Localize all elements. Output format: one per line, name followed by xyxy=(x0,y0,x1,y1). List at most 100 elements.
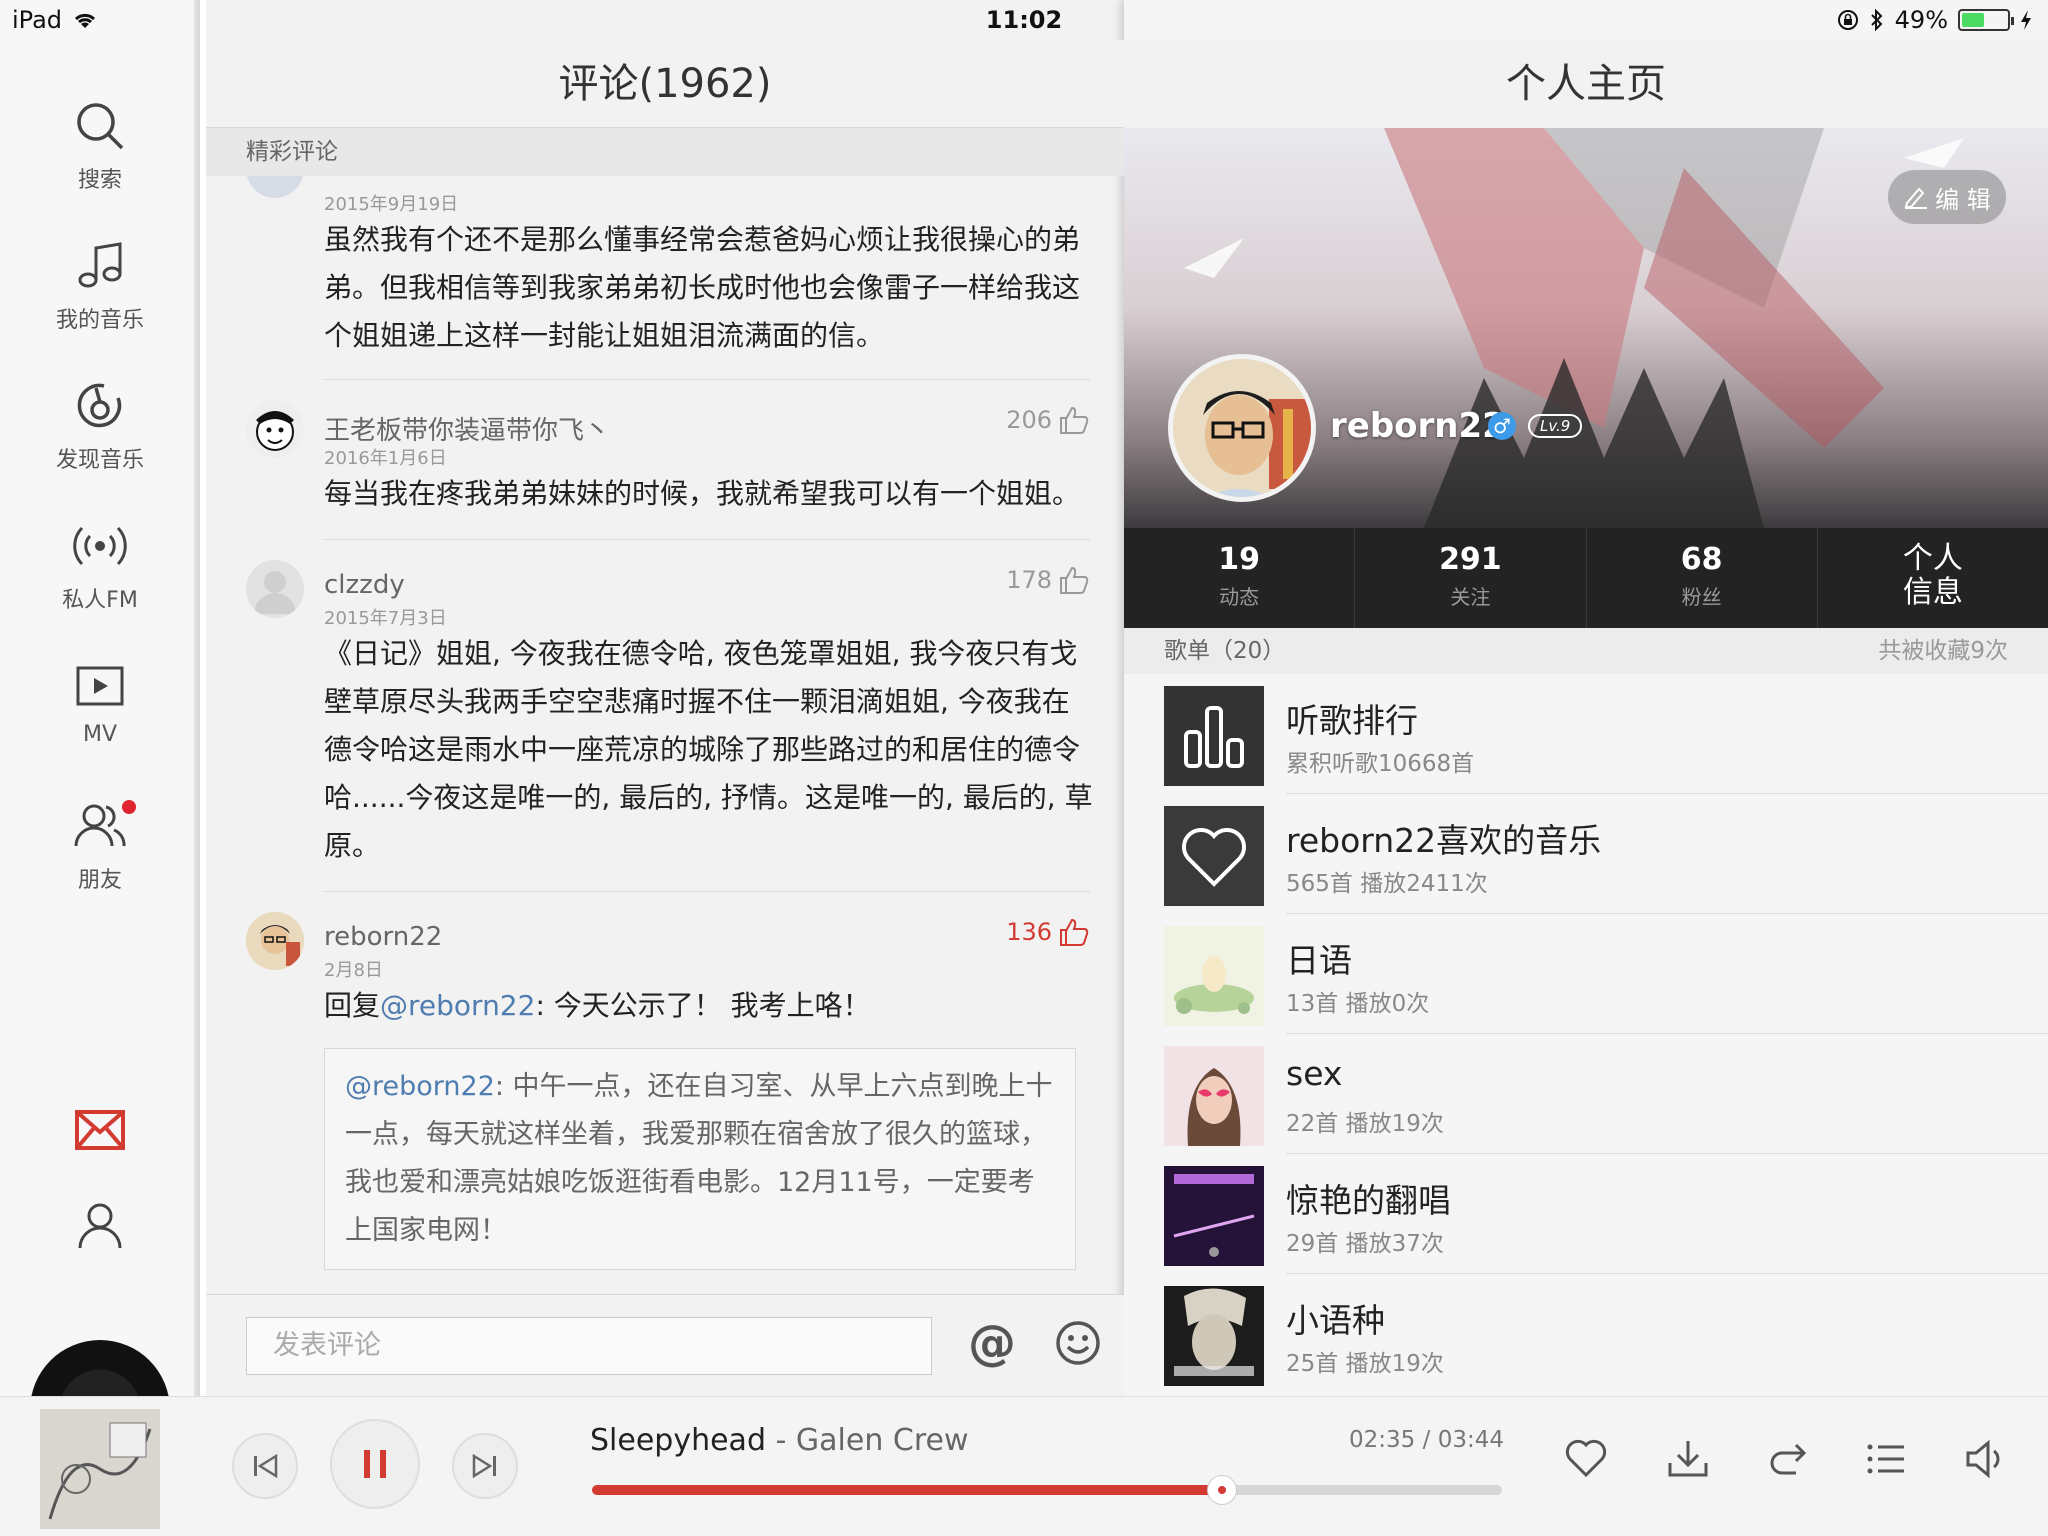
playlist-icon[interactable] xyxy=(1864,1437,1908,1481)
now-playing: Sleepyhead - Galen Crew xyxy=(590,1423,969,1458)
featured-comments-label: 精彩评论 xyxy=(206,128,1124,176)
sidebar-item-label: 搜索 xyxy=(77,168,122,193)
playlist-item[interactable]: 日语 13首 播放0次 xyxy=(1164,914,2048,1034)
download-icon[interactable] xyxy=(1666,1437,1710,1481)
stat-followers[interactable]: 68 粉丝 xyxy=(1587,528,1818,628)
sidebar-item-fm[interactable]: 私人FM xyxy=(0,520,200,614)
bluetooth-icon xyxy=(1870,8,1883,32)
playlist-item[interactable]: sex 22首 播放19次 xyxy=(1164,1034,2048,1154)
comment-date: 2015年7月3日 xyxy=(324,608,447,629)
comment-date: 2月8日 xyxy=(324,960,383,981)
mail-icon xyxy=(75,1110,125,1150)
playlist-cover xyxy=(1164,926,1264,1026)
playlist-count: 歌单（20） xyxy=(1164,638,1286,664)
playlist-header: 歌单（20） 共被收藏9次 xyxy=(1124,628,2048,674)
profile-panel: 个人主页 编 辑 reborn22 ♂ Lv.9 19 动态 291 关注 68… xyxy=(1124,0,2048,1396)
stat-number: 19 xyxy=(1218,542,1260,577)
music-note-icon xyxy=(78,242,122,288)
sidebar-item-account[interactable] xyxy=(0,1200,200,1262)
sidebar-item-my-music[interactable]: 我的音乐 xyxy=(0,240,200,334)
next-button[interactable] xyxy=(452,1433,518,1499)
progress-knob[interactable] xyxy=(1206,1475,1237,1505)
level-badge[interactable]: Lv.9 xyxy=(1528,414,1583,438)
time-readout: 02:35 / 03:44 xyxy=(1349,1427,1504,1453)
profile-username: reborn22 xyxy=(1330,406,1506,446)
search-icon xyxy=(77,103,124,150)
song-title: Sleepyhead xyxy=(590,1423,766,1458)
stat-following[interactable]: 291 关注 xyxy=(1355,528,1587,628)
comment-text: 每当我在疼我弟弟妹妹的时候，我就希望我可以有一个姐姐。 xyxy=(324,477,1081,510)
share-icon[interactable] xyxy=(1766,1437,1810,1481)
playlist-cover xyxy=(1164,1166,1264,1266)
collected-count: 共被收藏9次 xyxy=(1878,638,2008,664)
sidebar-item-mv[interactable]: MV xyxy=(0,660,200,747)
edit-profile-button[interactable]: 编 辑 xyxy=(1888,170,2006,224)
playlist-name: 听歌排行 xyxy=(1286,701,1418,740)
playlist-stats: 13首 播放0次 xyxy=(1286,991,1430,1017)
playlist-name: reborn22喜欢的音乐 xyxy=(1286,821,1602,860)
playlist-stats: 22首 播放19次 xyxy=(1286,1111,1444,1137)
mention-link[interactable]: @reborn22 xyxy=(380,989,535,1022)
mention-link[interactable]: @reborn22 xyxy=(345,1071,495,1102)
commenter-name[interactable]: reborn22 xyxy=(324,922,442,952)
comment-text: 回复@reborn22: 今天公示了！ 我考上咯！ xyxy=(324,982,1094,1030)
profile-stats: 19 动态 291 关注 68 粉丝 个人 信息 xyxy=(1124,528,2048,628)
pause-icon xyxy=(364,1450,386,1478)
playlist-cover xyxy=(1164,1286,1264,1386)
commenter-avatar[interactable] xyxy=(246,912,304,970)
commenter-avatar[interactable] xyxy=(246,560,304,618)
edit-label: 编 辑 xyxy=(1935,185,1991,214)
sidebar: 搜索 我的音乐 发现音乐 私人FM MV 朋友 xyxy=(0,0,200,1480)
progress-bar[interactable] xyxy=(592,1475,1502,1505)
emoji-icon[interactable] xyxy=(1054,1319,1102,1367)
heart-icon[interactable] xyxy=(1564,1437,1608,1481)
sidebar-item-search[interactable]: 搜索 xyxy=(0,100,200,194)
personal-info-button[interactable]: 个人 信息 xyxy=(1818,528,2048,628)
player-bar: Sleepyhead - Galen Crew 02:35 / 03:44 xyxy=(0,1396,2048,1536)
battery-percent: 49% xyxy=(1894,6,1948,34)
commenter-avatar[interactable] xyxy=(246,400,304,458)
sidebar-item-discover[interactable]: 发现音乐 xyxy=(0,380,200,474)
playlist-item[interactable]: reborn22喜欢的音乐 565首 播放2411次 xyxy=(1164,794,2048,914)
stat-label: 动态 xyxy=(1219,585,1260,609)
total-time: 03:44 xyxy=(1437,1427,1504,1453)
playlist-item[interactable]: 惊艳的翻唱 29首 播放37次 xyxy=(1164,1154,2048,1274)
album-art[interactable] xyxy=(40,1409,160,1529)
playlist-stats: 565首 播放2411次 xyxy=(1286,871,1488,897)
like-count: 178 xyxy=(1006,566,1052,594)
song-artist: Galen Crew xyxy=(795,1423,969,1458)
quoted-comment: @reborn22: 中午一点，还在自习室、从早上六点到晚上十一点，每天就这样坐… xyxy=(324,1048,1076,1270)
ranking-cover xyxy=(1164,686,1264,786)
previous-button[interactable] xyxy=(232,1433,298,1499)
playlist-item[interactable]: 小语种 25首 播放19次 xyxy=(1164,1274,2048,1394)
sidebar-item-friends[interactable]: 朋友 xyxy=(0,800,200,894)
sidebar-item-label: MV xyxy=(82,722,118,747)
bar-chart-icon xyxy=(1184,706,1244,768)
volume-icon[interactable] xyxy=(1964,1437,2008,1481)
sidebar-item-label: 私人FM xyxy=(62,588,138,613)
like-button[interactable]: 136 xyxy=(1006,916,1090,948)
commenter-name[interactable]: 王老板带你装逼带你飞丶 xyxy=(324,410,610,447)
stat-events[interactable]: 19 动态 xyxy=(1124,528,1356,628)
comment-item: clzzdy 178 2015年7月3日 《日记》姐姐, 今夜我在德令哈, 夜色… xyxy=(206,540,1124,892)
like-button[interactable]: 206 xyxy=(1006,404,1090,436)
playlist-item[interactable]: 听歌排行 累积听歌10668首 xyxy=(1164,674,2048,794)
elapsed-time: 02:35 xyxy=(1349,1427,1416,1453)
playlist-stats: 29首 播放37次 xyxy=(1286,1231,1444,1257)
like-button[interactable]: 178 xyxy=(1006,564,1090,596)
comment-date: 2016年1月6日 xyxy=(324,448,447,469)
thumbs-up-icon xyxy=(1060,406,1089,434)
profile-avatar[interactable] xyxy=(1168,354,1316,502)
playlist-cover xyxy=(1164,1046,1264,1146)
liked-music-cover xyxy=(1164,806,1264,906)
pause-button[interactable] xyxy=(330,1419,420,1509)
profile-title: 个人主页 xyxy=(1124,40,2048,128)
sidebar-divider xyxy=(194,0,200,1396)
reply-text: : 今天公示了！ 我考上咯！ xyxy=(535,989,871,1022)
commenter-name[interactable]: clzzdy xyxy=(324,570,405,600)
mention-button[interactable]: @ xyxy=(968,1315,1016,1371)
sidebar-item-messages[interactable] xyxy=(0,1108,200,1162)
video-icon xyxy=(76,666,124,706)
status-bar: iPad 11:02 49% xyxy=(0,0,2048,40)
comment-input[interactable]: 发表评论 xyxy=(246,1317,932,1375)
